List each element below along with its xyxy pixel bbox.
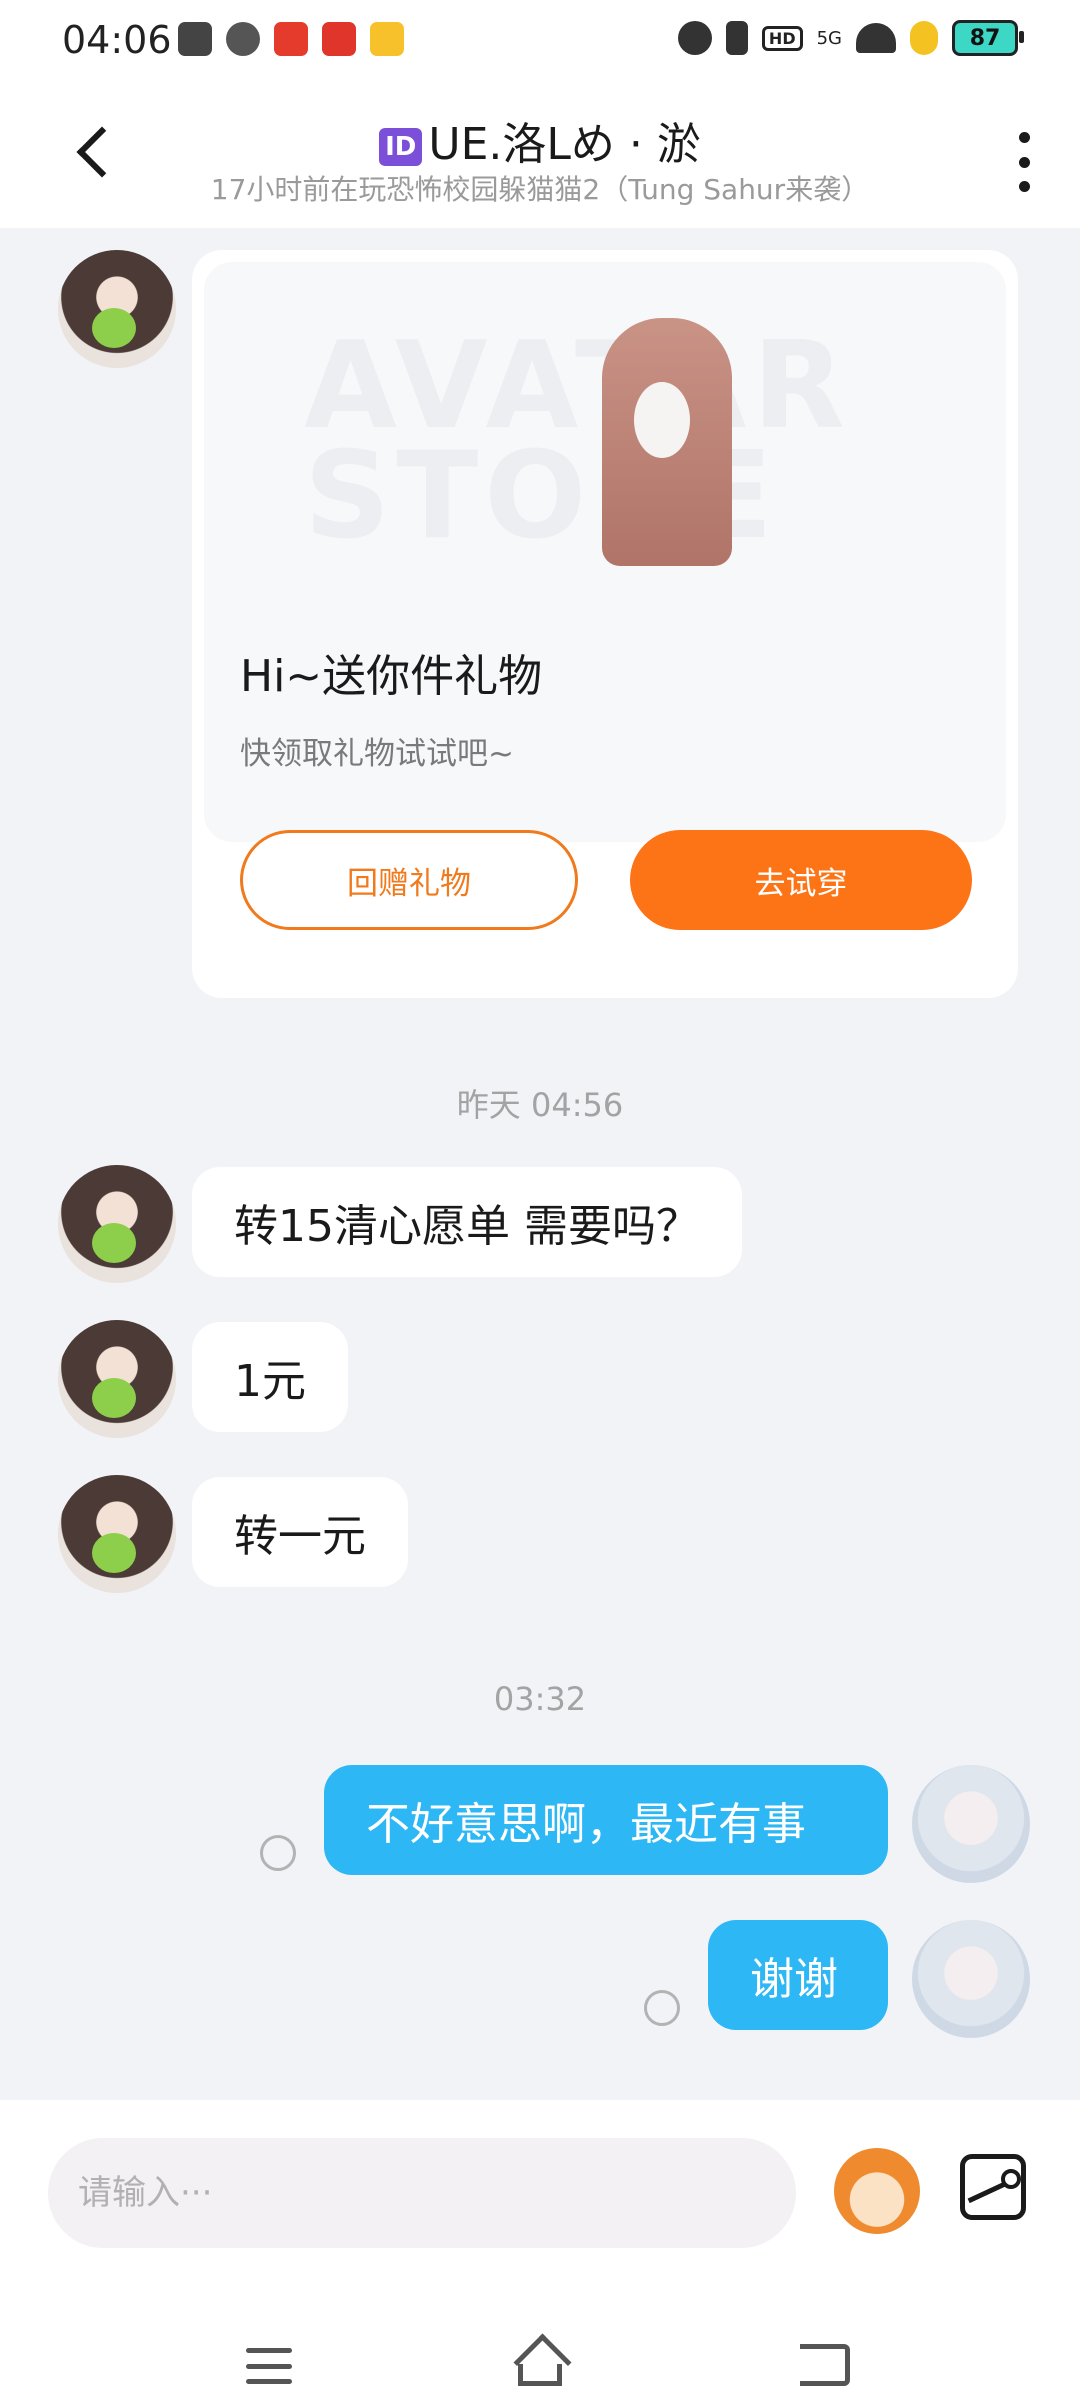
- menu-line: [246, 2348, 292, 2353]
- message-timestamp: 昨天 04:56: [456, 1086, 624, 1124]
- incoming-message[interactable]: 转一元: [192, 1477, 408, 1587]
- message-timestamp: 03:32: [493, 1680, 587, 1718]
- incoming-message[interactable]: 转15清心愿单 需要吗？: [192, 1167, 742, 1277]
- bird-app-icon: [370, 22, 404, 56]
- toutiao-app-icon: [274, 22, 308, 56]
- message-input[interactable]: [48, 2138, 796, 2248]
- unread-status-icon: [260, 1835, 296, 1871]
- leaf-app-icon: [226, 22, 260, 56]
- status-system-icons: HD 5G 87: [677, 20, 1024, 56]
- contact-avatar[interactable]: [58, 1475, 176, 1593]
- outgoing-message[interactable]: 不好意思啊，最近有事: [324, 1765, 888, 1875]
- unread-status-icon: [644, 1990, 680, 2026]
- contact-avatar[interactable]: [58, 1320, 176, 1438]
- signal-icon: 5G: [816, 27, 842, 49]
- menu-line: [246, 2363, 292, 2369]
- menu-line: [246, 2379, 292, 2384]
- gift-subtitle: 快领取礼物试试吧~: [240, 736, 514, 772]
- chat-title: ID UE.洛Lめ · 淤: [0, 108, 1080, 172]
- status-bar: 04:06 HD 5G 87: [0, 0, 1080, 84]
- pinduoduo-app-icon: [322, 22, 356, 56]
- return-gift-button[interactable]: 回赠礼物: [240, 830, 578, 930]
- id-badge: ID: [379, 128, 423, 166]
- wifi-icon: [856, 23, 896, 53]
- more-dot: [1018, 132, 1030, 143]
- nav-back-icon[interactable]: [800, 2344, 850, 2386]
- more-dot: [1018, 181, 1030, 192]
- status-app-icons: [178, 22, 404, 56]
- hd-icon: HD: [761, 25, 803, 51]
- gift-card: AVATAR STORE Hi~送你件礼物 快领取礼物试试吧~ 回赠礼物 去试穿: [192, 250, 1018, 998]
- contact-avatar[interactable]: [58, 250, 176, 368]
- chat-title-text: UE.洛Lめ · 淤: [428, 119, 701, 170]
- contact-avatar[interactable]: [58, 1165, 176, 1283]
- message-input-bar: [0, 2100, 1080, 2310]
- more-dot: [1018, 156, 1030, 168]
- more-options-button[interactable]: [1012, 132, 1036, 192]
- incoming-message[interactable]: 1元: [192, 1322, 348, 1432]
- chat-subtitle: 17小时前在玩恐怖校园躲猫猫2（Tung Sahur来袭）: [210, 173, 870, 206]
- user-avatar[interactable]: [912, 1920, 1030, 2038]
- charging-icon: [910, 21, 938, 55]
- outgoing-message[interactable]: 谢谢: [708, 1920, 888, 2030]
- gift-title: Hi~送你件礼物: [240, 651, 543, 702]
- alarm-icon: [677, 21, 712, 55]
- battery-icon: 87: [952, 20, 1024, 56]
- try-on-button[interactable]: 去试穿: [630, 830, 972, 930]
- recent-apps-button[interactable]: [246, 2348, 292, 2384]
- user-avatar[interactable]: [912, 1765, 1030, 1883]
- gift-face-image: [634, 382, 690, 458]
- home-icon[interactable]: [512, 2338, 568, 2388]
- chat-header: ID UE.洛Lめ · 淤 17小时前在玩恐怖校园躲猫猫2（Tung Sahur来…: [0, 84, 1080, 228]
- status-time: 04:06: [62, 18, 172, 62]
- image-picker-icon[interactable]: [960, 2154, 1026, 2220]
- emoji-sticker-icon[interactable]: [834, 2148, 920, 2234]
- vibrate-icon: [725, 21, 748, 55]
- system-nav-bar: [0, 2310, 1080, 2408]
- file-box-app-icon: [178, 22, 212, 56]
